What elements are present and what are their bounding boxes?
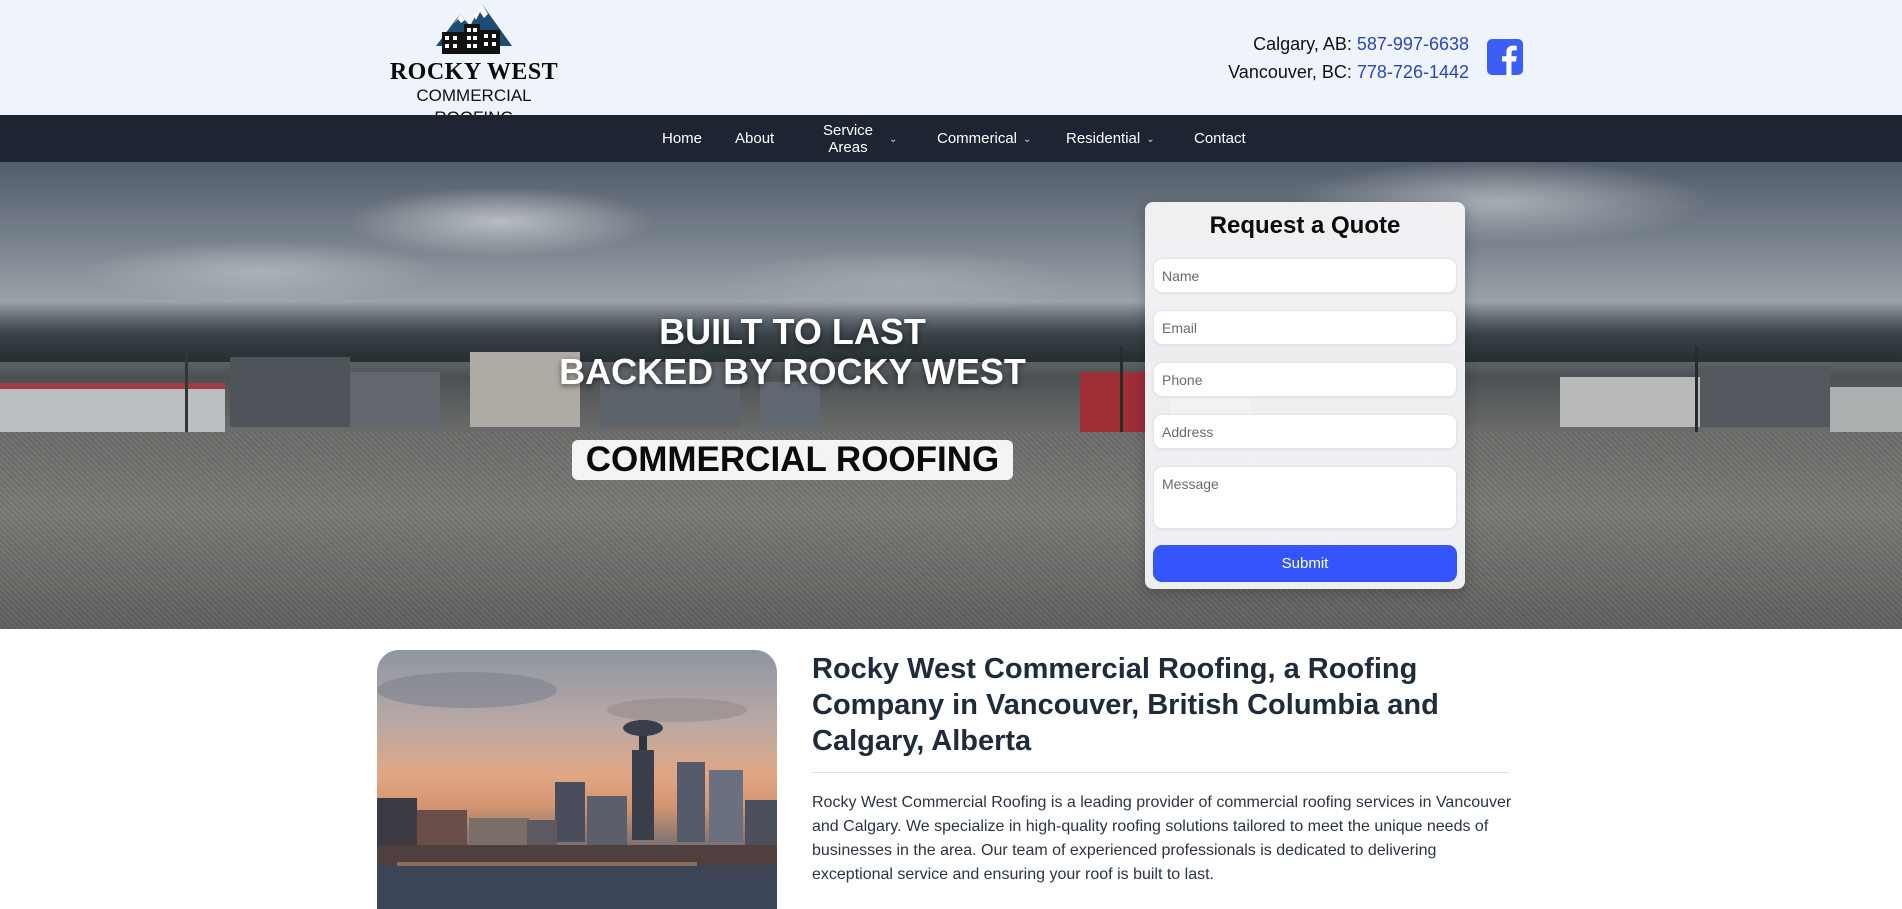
mountain-logo-icon <box>436 4 512 54</box>
content-title: Rocky West Commercial Roofing, a Roofing… <box>812 653 1439 757</box>
logo-name: ROCKY WEST <box>389 59 559 85</box>
hero-badge: COMMERCIAL ROOFING <box>572 440 1013 480</box>
address-input[interactable] <box>1153 414 1457 449</box>
nav-about-label: About <box>735 130 775 147</box>
site-logo[interactable]: ROCKY WEST COMMERCIAL ROOFING <box>378 2 570 127</box>
nav-commercial[interactable]: Commerical ⌄ <box>937 115 1031 162</box>
nav-service-areas[interactable]: Service Areas ⌄ <box>823 115 897 162</box>
quote-form-title: Request a Quote <box>1209 212 1401 239</box>
nav-service-areas-line2: Areas <box>828 138 868 156</box>
facebook-link[interactable] <box>1487 39 1523 75</box>
nav-contact[interactable]: Contact <box>1194 115 1246 162</box>
hero-title-line1: BUILT TO LAST <box>659 311 926 352</box>
calgary-phone-link[interactable]: 587-997-6638 <box>1357 34 1469 54</box>
hero-title-line2: BACKED BY ROCKY WEST <box>559 351 1026 392</box>
nav-service-areas-line1: Service <box>823 121 874 139</box>
contact-calgary: Calgary, AB: 587-997-6638 <box>1228 30 1469 58</box>
quote-form: Request a Quote Submit <box>1145 202 1465 589</box>
facebook-icon <box>1502 45 1517 75</box>
nav-about[interactable]: About <box>735 115 774 162</box>
phone-input[interactable] <box>1153 362 1457 397</box>
hero-title: BUILT TO LAST BACKED BY ROCKY WEST <box>540 312 1045 392</box>
hero-overlay <box>0 162 1902 629</box>
vancouver-skyline-image <box>377 650 777 909</box>
nav-home-label: Home <box>662 130 703 147</box>
skyline-illustration <box>377 672 777 909</box>
chevron-down-icon: ⌄ <box>1023 134 1032 145</box>
chevron-down-icon: ⌄ <box>889 134 898 145</box>
nav-residential-label: Residential <box>1066 130 1141 147</box>
name-input[interactable] <box>1153 258 1457 293</box>
contact-phones: Calgary, AB: 587-997-6638 Vancouver, BC:… <box>1228 30 1469 86</box>
main-nav: Home About Service Areas ⌄ Commerical ⌄ … <box>0 115 1902 162</box>
content-body: Rocky West Commercial Roofing is a leadi… <box>812 794 1512 883</box>
contact-calgary-label: Calgary, AB: <box>1253 34 1352 54</box>
nav-commercial-label: Commerical <box>937 130 1018 147</box>
nav-service-areas-label: Service Areas <box>823 122 873 156</box>
site-header: ROCKY WEST COMMERCIAL ROOFING Calgary, A… <box>0 0 1902 127</box>
submit-button[interactable]: Submit <box>1153 545 1457 582</box>
contact-vancouver: Vancouver, BC: 778-726-1442 <box>1228 58 1469 86</box>
nav-home[interactable]: Home <box>662 115 702 162</box>
vancouver-phone-link[interactable]: 778-726-1442 <box>1357 62 1469 82</box>
hero-banner: BUILT TO LAST BACKED BY ROCKY WEST COMME… <box>0 162 1902 629</box>
content-divider <box>812 772 1509 773</box>
nav-residential[interactable]: Residential ⌄ <box>1066 115 1155 162</box>
message-textarea[interactable] <box>1153 466 1457 529</box>
nav-contact-label: Contact <box>1194 130 1246 147</box>
email-input[interactable] <box>1153 310 1457 345</box>
chevron-down-icon: ⌄ <box>1146 134 1155 145</box>
contact-vancouver-label: Vancouver, BC: <box>1228 62 1352 82</box>
